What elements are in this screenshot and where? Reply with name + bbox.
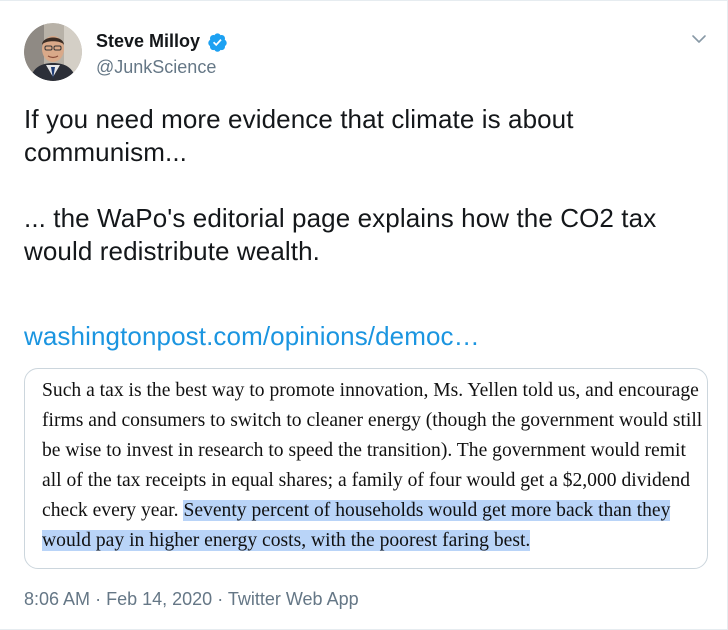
quote-text: Such a tax is the best way to promote in…: [42, 376, 710, 556]
tweet-date[interactable]: Feb 14, 2020: [106, 589, 212, 609]
author-name[interactable]: Steve Milloy: [96, 31, 200, 52]
chevron-down-icon[interactable]: [690, 30, 708, 48]
avatar[interactable]: [24, 23, 82, 81]
tweet-source[interactable]: Twitter Web App: [228, 589, 359, 609]
meta-separator: ·: [95, 589, 102, 609]
tweet-time[interactable]: 8:06 AM: [24, 589, 90, 609]
verified-badge-icon: [207, 32, 228, 53]
divider: [0, 0, 728, 1]
article-link[interactable]: washingtonpost.com/opinions/democ…: [24, 320, 480, 353]
author-handle[interactable]: @JunkScience: [96, 57, 216, 78]
tweet-text: If you need more evidence that climate i…: [24, 104, 657, 266]
meta-separator: ·: [217, 589, 224, 609]
avatar-image: [24, 23, 82, 81]
tweet-metadata: 8:06 AM · Feb 14, 2020 · Twitter Web App: [24, 589, 359, 610]
